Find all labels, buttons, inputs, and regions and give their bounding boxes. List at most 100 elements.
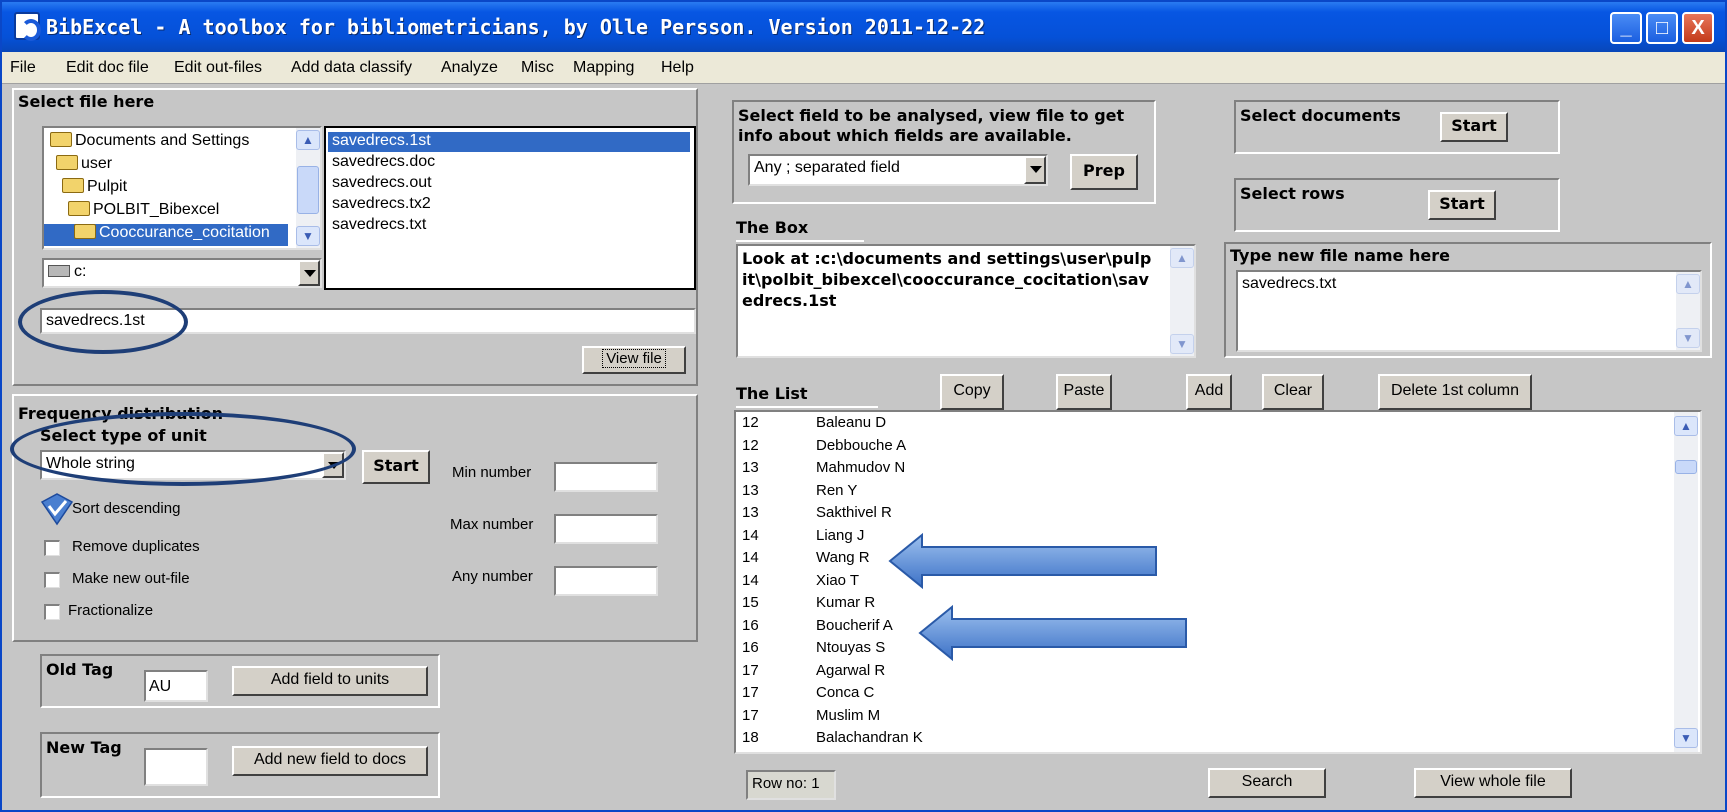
any-number-label: Any number: [452, 568, 533, 585]
delete-first-column-button[interactable]: Delete 1st column: [1378, 374, 1532, 410]
min-number-label: Min number: [452, 464, 532, 481]
menu-edit-doc-file[interactable]: Edit doc file: [66, 59, 149, 77]
scroll-down-icon[interactable]: ▼: [1674, 728, 1698, 748]
menu-file[interactable]: File: [10, 59, 36, 77]
list-item-count: 15: [742, 594, 759, 611]
new-file-input[interactable]: savedrecs.txt ▲ ▼: [1236, 270, 1702, 352]
folder-item[interactable]: Pulpit: [62, 178, 127, 200]
list-item-name: Wang R: [816, 549, 870, 566]
folder-item[interactable]: POLBIT_Bibexcel: [68, 201, 219, 223]
scroll-down-icon[interactable]: ▼: [1170, 334, 1194, 354]
paste-button[interactable]: Paste: [1056, 374, 1112, 410]
select-documents-group: Select documents Start: [1234, 100, 1560, 154]
list-item-count: 16: [742, 616, 759, 634]
window-title: BibExcel - A toolbox for bibliometrician…: [46, 15, 986, 39]
list-scrollbar[interactable]: ▲ ▼: [1674, 412, 1698, 752]
list-item-name: Mahmudov N: [816, 459, 906, 476]
the-box-scrollbar[interactable]: ▲ ▼: [1170, 246, 1194, 356]
list-item-name: Xiao T: [816, 571, 860, 589]
make-new-outfile-checkbox[interactable]: [44, 572, 60, 588]
add-new-field-to-docs-button[interactable]: Add new field to docs: [232, 746, 428, 776]
scroll-thumb[interactable]: [297, 166, 319, 214]
bibexcel-window: BibExcel - A toolbox for bibliometrician…: [0, 0, 1727, 812]
new-tag-group: New Tag Add new field to docs: [40, 732, 440, 798]
fractionalize-checkbox[interactable]: [44, 604, 60, 620]
folder-item-selected[interactable]: Cooccurance_cocitation: [44, 224, 288, 246]
folder-tree[interactable]: Documents and Settings user Pulpit POLBI…: [42, 126, 322, 250]
menu-add-data-classify[interactable]: Add data classify: [291, 59, 412, 77]
field-type-select[interactable]: Any ; separated field: [748, 154, 1048, 186]
title-bar[interactable]: BibExcel - A toolbox for bibliometrician…: [2, 2, 1725, 52]
annotation-arrow-icon: [888, 532, 1157, 590]
new-tag-input[interactable]: [144, 748, 208, 786]
menu-mapping[interactable]: Mapping: [573, 59, 634, 77]
copy-button[interactable]: Copy: [940, 374, 1004, 410]
file-item[interactable]: savedrecs.txt: [332, 216, 426, 236]
scroll-up-icon[interactable]: ▲: [296, 130, 320, 150]
select-rows-start-button[interactable]: Start: [1428, 190, 1496, 220]
search-button[interactable]: Search: [1208, 768, 1326, 798]
min-number-input[interactable]: [554, 462, 658, 492]
sort-descending-icon[interactable]: [40, 492, 74, 526]
annotation-ellipse-unit: [10, 412, 356, 486]
folder-item[interactable]: Documents and Settings: [50, 132, 249, 154]
frequency-start-button[interactable]: Start: [362, 450, 430, 484]
app-logo-icon: [14, 12, 41, 41]
file-item[interactable]: savedrecs.tx2: [332, 195, 431, 215]
file-item[interactable]: savedrecs.doc: [332, 153, 435, 173]
menu-analyze[interactable]: Analyze: [441, 59, 498, 77]
list-item-name: Kumar R: [816, 594, 876, 611]
remove-duplicates-checkbox[interactable]: [44, 540, 60, 556]
field-select-text: Select field to be analysed, view file t…: [738, 106, 1125, 145]
folder-item[interactable]: user: [56, 155, 112, 177]
file-item-selected[interactable]: savedrecs.1st: [328, 132, 690, 152]
scroll-thumb[interactable]: [1675, 460, 1697, 474]
folder-icon: [74, 224, 96, 239]
clear-button[interactable]: Clear: [1262, 374, 1324, 410]
view-file-button[interactable]: View file: [582, 346, 686, 374]
close-button[interactable]: X: [1682, 12, 1714, 44]
scroll-up-icon[interactable]: ▲: [1170, 248, 1194, 268]
max-number-label: Max number: [450, 516, 534, 533]
menu-bar: File Edit doc file Edit out-files Add da…: [2, 52, 1725, 84]
view-whole-file-button[interactable]: View whole file: [1414, 768, 1572, 798]
the-box-text[interactable]: Look at :c:\documents and settings\user\…: [736, 244, 1196, 358]
file-list[interactable]: savedrecs.1st savedrecs.doc savedrecs.ou…: [324, 126, 696, 290]
chevron-down-icon[interactable]: [298, 260, 320, 286]
list-item-name: Sakthivel R: [816, 504, 892, 521]
annotation-arrow-icon: [918, 604, 1187, 662]
scroll-up-icon[interactable]: ▲: [1674, 416, 1698, 436]
old-tag-input[interactable]: AU: [144, 670, 208, 702]
fractionalize-label: Fractionalize: [68, 602, 154, 619]
scroll-down-icon[interactable]: ▼: [296, 226, 320, 246]
list-item-name: Ren Y: [816, 481, 858, 499]
list-item-name: Muslim M: [816, 706, 881, 724]
scroll-down-icon[interactable]: ▼: [1676, 328, 1700, 348]
add-field-to-units-button[interactable]: Add field to units: [232, 666, 428, 696]
max-number-input[interactable]: [554, 514, 658, 544]
prep-button[interactable]: Prep: [1070, 154, 1138, 190]
list-item-count: 14: [742, 571, 759, 589]
remove-duplicates-label: Remove duplicates: [72, 538, 200, 555]
minimize-button[interactable]: _: [1610, 12, 1642, 44]
list-item-count: 18: [742, 729, 759, 746]
list-item-name: Liang J: [816, 526, 865, 544]
chevron-down-icon[interactable]: [1024, 156, 1046, 184]
menu-edit-out-files[interactable]: Edit out-files: [174, 59, 262, 77]
folder-scrollbar[interactable]: ▲ ▼: [296, 128, 320, 248]
add-button[interactable]: Add: [1186, 374, 1232, 410]
file-item[interactable]: savedrecs.out: [332, 174, 432, 194]
new-file-scrollbar[interactable]: ▲ ▼: [1676, 272, 1700, 350]
scroll-up-icon[interactable]: ▲: [1676, 274, 1700, 294]
maximize-button[interactable]: □: [1646, 12, 1678, 44]
drive-select[interactable]: c:: [42, 258, 322, 288]
the-box-label: The Box: [736, 218, 864, 242]
menu-misc[interactable]: Misc: [521, 59, 554, 77]
select-documents-start-button[interactable]: Start: [1440, 112, 1508, 142]
select-rows-group: Select rows Start: [1234, 178, 1560, 232]
list-item-name: Debbouche A: [816, 436, 907, 454]
any-number-input[interactable]: [554, 566, 658, 596]
the-list[interactable]: 12 Baleanu D 12 Debbouche A 13 Mahmudov N 13 Re…: [734, 410, 1702, 754]
list-item-name: Balachandran K: [816, 729, 923, 746]
menu-help[interactable]: Help: [661, 59, 694, 77]
